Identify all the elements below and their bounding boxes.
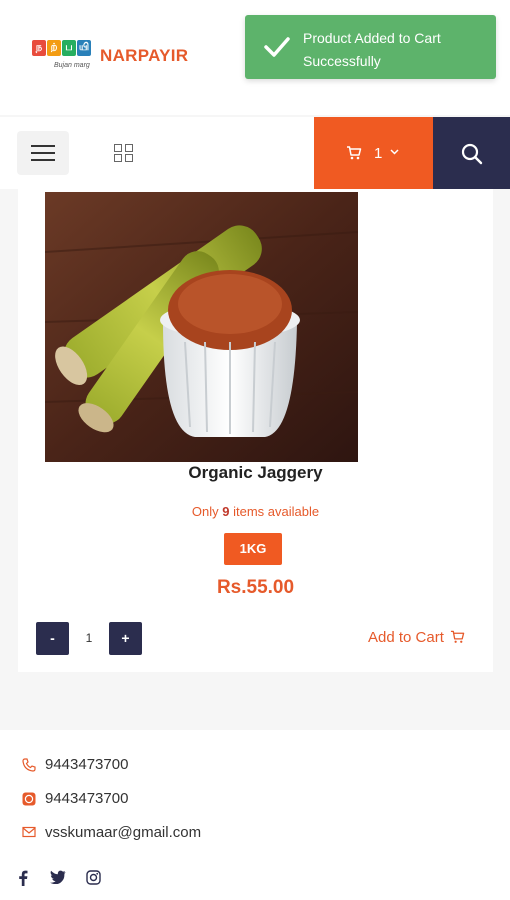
quantity-decrease-button[interactable]: - bbox=[36, 622, 69, 655]
cart-button[interactable]: 1 bbox=[314, 117, 433, 189]
site-logo[interactable]: ந ற் ப யி NARPAYIR Bujan marg bbox=[32, 40, 202, 85]
facebook-link[interactable] bbox=[18, 870, 28, 891]
menu-button[interactable] bbox=[17, 131, 69, 175]
instagram-icon bbox=[86, 870, 101, 885]
search-button[interactable] bbox=[433, 117, 510, 189]
quantity-input[interactable]: 1 bbox=[73, 622, 105, 655]
facebook-icon bbox=[19, 870, 28, 886]
phone-number: 9443473700 bbox=[45, 756, 129, 773]
cart-icon bbox=[450, 630, 465, 643]
product-price: Rs.55.00 bbox=[216, 577, 295, 598]
twitter-link[interactable] bbox=[50, 870, 66, 889]
add-to-cart-label: Add to Cart bbox=[368, 629, 444, 646]
stock-prefix: Only bbox=[191, 504, 223, 519]
search-icon bbox=[461, 143, 483, 165]
main-navbar: 1 bbox=[0, 117, 510, 189]
logo-tagline: Bujan marg bbox=[54, 62, 90, 69]
phone-icon bbox=[22, 758, 36, 772]
instagram-link[interactable] bbox=[86, 870, 101, 890]
email-address: vsskumaar@gmail.com bbox=[45, 824, 202, 841]
stock-info: Only 9 items available bbox=[18, 504, 493, 519]
whatsapp-number: 9443473700 bbox=[45, 790, 129, 807]
product-title[interactable]: Organic Jaggery bbox=[18, 463, 493, 483]
toast-message: Product Added to Cart Successfully bbox=[303, 30, 441, 69]
twitter-icon bbox=[50, 870, 66, 885]
chevron-down-icon bbox=[390, 147, 399, 159]
logo-mark: ந ற் ப யி bbox=[32, 40, 92, 56]
success-toast[interactable]: Product Added to Cart Successfully bbox=[245, 15, 496, 79]
product-card: Organic Jaggery Only 9 items available 1… bbox=[18, 189, 493, 672]
cart-icon bbox=[347, 146, 362, 160]
quantity-increase-button[interactable]: + bbox=[109, 622, 142, 655]
grid-view-button[interactable] bbox=[112, 142, 136, 164]
product-image[interactable] bbox=[45, 192, 358, 462]
site-footer: 9443473700 9443473700 vsskumaar@gmail.co… bbox=[0, 730, 510, 900]
variant-button-1kg[interactable]: 1KG bbox=[224, 533, 282, 565]
whatsapp-icon bbox=[22, 792, 36, 806]
add-to-cart-button[interactable]: Add to Cart bbox=[368, 629, 465, 646]
logo-text: NARPAYIR bbox=[100, 46, 189, 65]
cart-count: 1 bbox=[374, 145, 383, 162]
check-icon bbox=[264, 37, 290, 57]
stock-suffix: items available bbox=[229, 504, 320, 519]
email-icon bbox=[22, 826, 36, 838]
